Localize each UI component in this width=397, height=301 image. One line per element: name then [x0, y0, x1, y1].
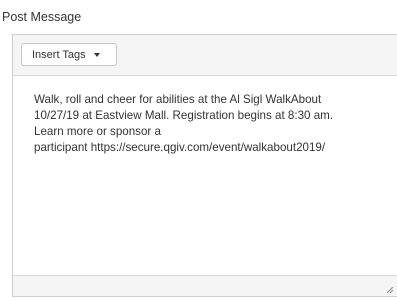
chevron-down-icon	[93, 52, 100, 57]
editor-toolbar: Insert Tags	[13, 35, 397, 76]
message-text-area[interactable]: Walk, roll and cheer for abilities at th…	[13, 76, 397, 276]
post-message-panel: Post Message Insert Tags Walk, roll and …	[0, 0, 397, 301]
resize-grip-icon[interactable]	[387, 287, 393, 293]
editor-statusbar	[13, 275, 397, 296]
insert-tags-button[interactable]: Insert Tags	[21, 43, 117, 66]
message-editor: Insert Tags Walk, roll and cheer for abi…	[12, 34, 397, 297]
post-message-label: Post Message	[2, 10, 82, 24]
insert-tags-label: Insert Tags	[32, 48, 86, 61]
